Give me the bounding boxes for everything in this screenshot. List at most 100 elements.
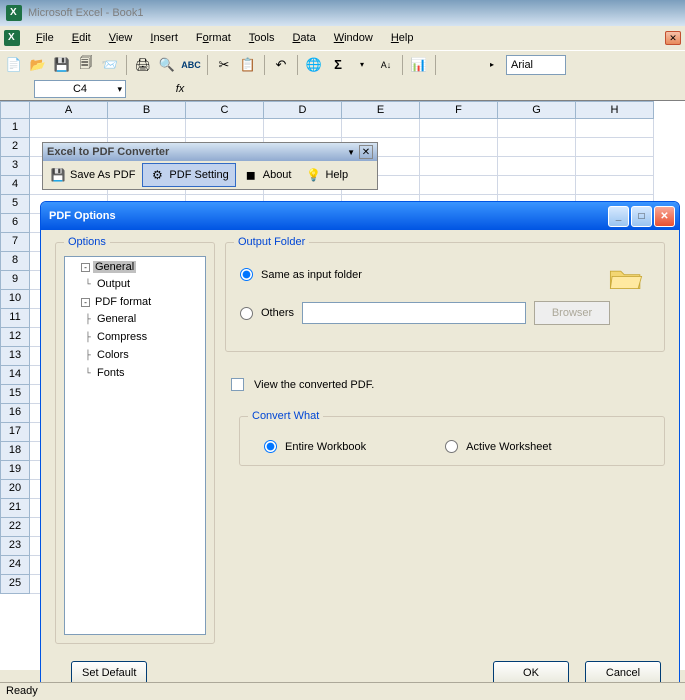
cell[interactable]: [576, 176, 654, 195]
select-all-corner[interactable]: [0, 101, 30, 119]
converter-close-button[interactable]: ✕: [359, 145, 373, 159]
cell[interactable]: [420, 176, 498, 195]
permission-icon[interactable]: 🗐: [76, 55, 96, 75]
row-header[interactable]: 8: [0, 252, 30, 271]
menu-tools[interactable]: Tools: [241, 30, 283, 46]
about-button[interactable]: ◼ About: [236, 163, 299, 187]
row-header[interactable]: 14: [0, 366, 30, 385]
dropdown-icon[interactable]: ▾: [352, 55, 372, 75]
tree-colors[interactable]: Colors: [95, 349, 131, 361]
cell[interactable]: [420, 138, 498, 157]
row-header[interactable]: 6: [0, 214, 30, 233]
cell[interactable]: [498, 176, 576, 195]
autosum-icon[interactable]: Σ: [328, 55, 348, 75]
cell[interactable]: [420, 157, 498, 176]
row-header[interactable]: 24: [0, 556, 30, 575]
cell[interactable]: [498, 138, 576, 157]
help-button[interactable]: 💡 Help: [298, 163, 355, 187]
menu-insert[interactable]: Insert: [142, 30, 186, 46]
row-header[interactable]: 25: [0, 575, 30, 594]
cell[interactable]: [420, 119, 498, 138]
name-box[interactable]: C4: [34, 80, 126, 98]
dialog-close-button[interactable]: ✕: [654, 206, 675, 227]
active-worksheet-radio[interactable]: [445, 440, 458, 453]
workbook-close-button[interactable]: ✕: [665, 31, 681, 45]
cell[interactable]: [576, 138, 654, 157]
menu-data[interactable]: Data: [284, 30, 323, 46]
row-header[interactable]: 4: [0, 176, 30, 195]
dialog-titlebar[interactable]: PDF Options _ □ ✕: [41, 202, 679, 230]
cell[interactable]: [576, 119, 654, 138]
menu-help[interactable]: Help: [383, 30, 422, 46]
col-header[interactable]: F: [420, 101, 498, 119]
menu-file[interactable]: File: [28, 30, 62, 46]
tree-compress[interactable]: Compress: [95, 331, 149, 343]
preview-icon[interactable]: 🔍: [157, 55, 177, 75]
row-header[interactable]: 21: [0, 499, 30, 518]
copy-icon[interactable]: 📋: [238, 55, 258, 75]
col-header[interactable]: A: [30, 101, 108, 119]
cut-icon[interactable]: ✂: [214, 55, 234, 75]
menu-window[interactable]: Window: [326, 30, 381, 46]
minimize-button[interactable]: _: [608, 206, 629, 227]
cell[interactable]: [576, 157, 654, 176]
new-icon[interactable]: 📄: [4, 55, 24, 75]
hyperlink-icon[interactable]: 🌐: [304, 55, 324, 75]
col-header[interactable]: B: [108, 101, 186, 119]
col-header[interactable]: H: [576, 101, 654, 119]
row-header[interactable]: 15: [0, 385, 30, 404]
cell[interactable]: [264, 119, 342, 138]
row-header[interactable]: 17: [0, 423, 30, 442]
fx-icon[interactable]: fx: [170, 83, 190, 95]
converter-dropdown-icon[interactable]: ▼: [347, 148, 355, 157]
menu-view[interactable]: View: [101, 30, 141, 46]
col-header[interactable]: C: [186, 101, 264, 119]
sort-icon[interactable]: A↓: [376, 55, 396, 75]
document-icon[interactable]: [4, 30, 20, 46]
row-header[interactable]: 23: [0, 537, 30, 556]
row-header[interactable]: 9: [0, 271, 30, 290]
row-header[interactable]: 7: [0, 233, 30, 252]
others-path-input[interactable]: [302, 302, 526, 324]
same-as-input-radio[interactable]: [240, 268, 253, 281]
print-icon[interactable]: 🖨: [133, 55, 153, 75]
spelling-icon[interactable]: ABC: [181, 55, 201, 75]
tree-general-sub[interactable]: General: [95, 313, 138, 325]
row-header[interactable]: 20: [0, 480, 30, 499]
row-header[interactable]: 16: [0, 404, 30, 423]
row-header[interactable]: 11: [0, 309, 30, 328]
save-as-pdf-button[interactable]: 💾 Save As PDF: [43, 163, 142, 187]
converter-toolbar[interactable]: Excel to PDF Converter ▼ ✕ 💾 Save As PDF…: [42, 142, 378, 190]
menu-format[interactable]: Format: [188, 30, 239, 46]
maximize-button[interactable]: □: [631, 206, 652, 227]
cell[interactable]: [498, 119, 576, 138]
font-selector[interactable]: Arial: [506, 55, 566, 75]
view-converted-checkbox[interactable]: [231, 378, 244, 391]
cell[interactable]: [186, 119, 264, 138]
others-radio[interactable]: [240, 307, 253, 320]
row-header[interactable]: 18: [0, 442, 30, 461]
tree-general[interactable]: General: [93, 261, 136, 273]
row-header[interactable]: 13: [0, 347, 30, 366]
pdf-setting-button[interactable]: ⚙ PDF Setting: [142, 163, 235, 187]
cell[interactable]: [498, 157, 576, 176]
chart-icon[interactable]: 📊: [409, 55, 429, 75]
undo-icon[interactable]: ↶: [271, 55, 291, 75]
menu-edit[interactable]: Edit: [64, 30, 99, 46]
cell[interactable]: [30, 119, 108, 138]
tree-collapse-icon[interactable]: -: [81, 263, 90, 272]
tree-pdf-format[interactable]: PDF format: [93, 296, 153, 308]
tree-fonts[interactable]: Fonts: [95, 367, 127, 379]
tree-collapse-icon[interactable]: -: [81, 298, 90, 307]
open-icon[interactable]: 📂: [28, 55, 48, 75]
row-header[interactable]: 1: [0, 119, 30, 138]
cell[interactable]: [342, 119, 420, 138]
col-header[interactable]: G: [498, 101, 576, 119]
row-header[interactable]: 12: [0, 328, 30, 347]
row-header[interactable]: 10: [0, 290, 30, 309]
row-header[interactable]: 22: [0, 518, 30, 537]
save-icon[interactable]: 💾: [52, 55, 72, 75]
col-header[interactable]: D: [264, 101, 342, 119]
cell[interactable]: [108, 119, 186, 138]
row-header[interactable]: 2: [0, 138, 30, 157]
